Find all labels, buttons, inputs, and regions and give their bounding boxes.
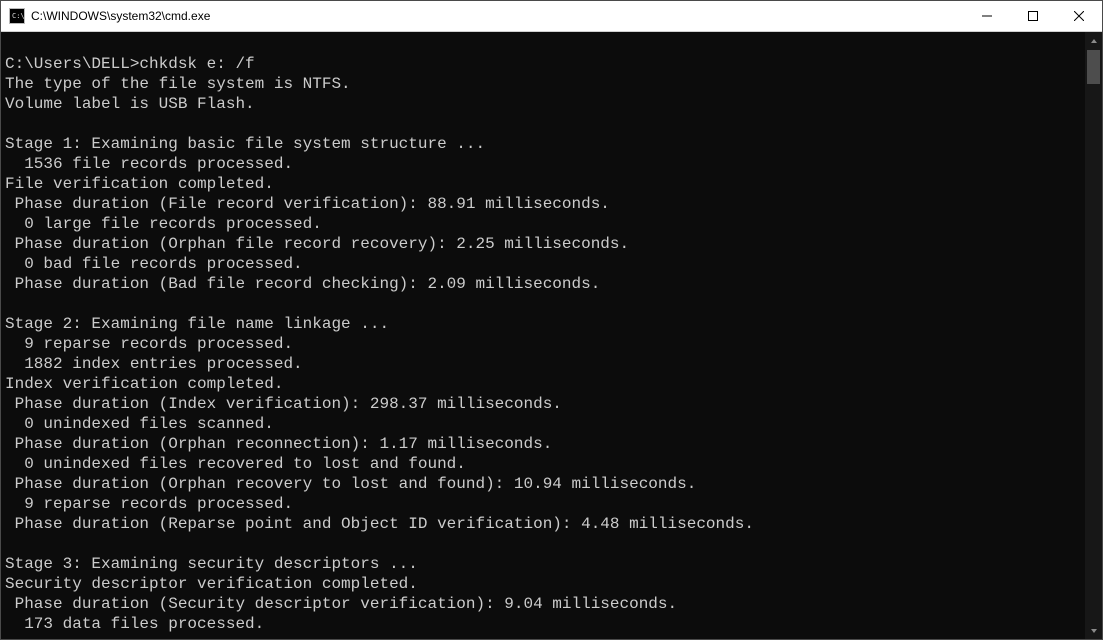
- client-area: C:\Users\DELL>chkdsk e: /fThe type of th…: [1, 32, 1102, 639]
- console-line: 1536 file records processed.: [5, 154, 1081, 174]
- console-line: Stage 3: Examining security descriptors …: [5, 554, 1081, 574]
- console-line: Phase duration (Orphan recovery to lost …: [5, 474, 1081, 494]
- console-line: Phase duration (Reparse point and Object…: [5, 514, 1081, 534]
- console-line: 1882 index entries processed.: [5, 354, 1081, 374]
- scroll-down-arrow-icon[interactable]: [1085, 622, 1102, 639]
- console-line: [5, 294, 1081, 314]
- console-line: 0 unindexed files recovered to lost and …: [5, 454, 1081, 474]
- console-line: [5, 34, 1081, 54]
- console-output[interactable]: C:\Users\DELL>chkdsk e: /fThe type of th…: [1, 32, 1085, 639]
- vertical-scrollbar[interactable]: [1085, 32, 1102, 639]
- console-line: File verification completed.: [5, 174, 1081, 194]
- console-line: [5, 114, 1081, 134]
- scroll-up-arrow-icon[interactable]: [1085, 32, 1102, 49]
- console-line: Volume label is USB Flash.: [5, 94, 1081, 114]
- console-line: 0 unindexed files scanned.: [5, 414, 1081, 434]
- scrollbar-thumb[interactable]: [1087, 50, 1100, 84]
- cmd-icon: C:\: [9, 8, 25, 24]
- console-line: Phase duration (Bad file record checking…: [5, 274, 1081, 294]
- svg-text:C:\: C:\: [12, 12, 25, 20]
- console-line: 0 bad file records processed.: [5, 254, 1081, 274]
- window-controls: [964, 1, 1102, 31]
- console-line: The type of the file system is NTFS.: [5, 74, 1081, 94]
- window-title: C:\WINDOWS\system32\cmd.exe: [31, 9, 964, 23]
- titlebar[interactable]: C:\ C:\WINDOWS\system32\cmd.exe: [1, 1, 1102, 32]
- console-line: C:\Users\DELL>chkdsk e: /f: [5, 54, 1081, 74]
- console-line: Phase duration (Index verification): 298…: [5, 394, 1081, 414]
- minimize-button[interactable]: [964, 1, 1010, 31]
- console-line: Stage 2: Examining file name linkage ...: [5, 314, 1081, 334]
- console-line: 0 large file records processed.: [5, 214, 1081, 234]
- console-line: Phase duration (File record verification…: [5, 194, 1081, 214]
- close-button[interactable]: [1056, 1, 1102, 31]
- console-line: 9 reparse records processed.: [5, 494, 1081, 514]
- console-line: Phase duration (Orphan reconnection): 1.…: [5, 434, 1081, 454]
- console-line: Stage 1: Examining basic file system str…: [5, 134, 1081, 154]
- console-line: 9 reparse records processed.: [5, 334, 1081, 354]
- cmd-window: C:\ C:\WINDOWS\system32\cmd.exe C:\Users…: [0, 0, 1103, 640]
- console-line: Index verification completed.: [5, 374, 1081, 394]
- console-line: Phase duration (Orphan file record recov…: [5, 234, 1081, 254]
- console-line: Phase duration (Security descriptor veri…: [5, 594, 1081, 614]
- console-line: 173 data files processed.: [5, 614, 1081, 634]
- console-line: [5, 534, 1081, 554]
- maximize-button[interactable]: [1010, 1, 1056, 31]
- console-line: Security descriptor verification complet…: [5, 574, 1081, 594]
